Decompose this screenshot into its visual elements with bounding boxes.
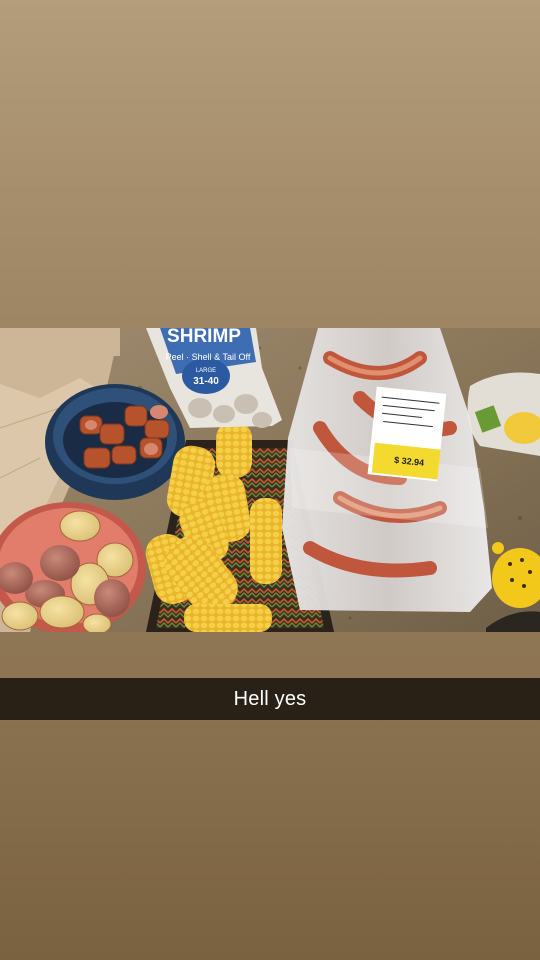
caption-bar: Hell yes — [0, 678, 540, 720]
caption-text: Hell yes — [233, 687, 307, 710]
shrimp-count-label: 31-40 — [193, 376, 219, 387]
shrimp-brand-label: SHRIMP — [167, 328, 241, 347]
price-tag: $ 32.94 — [367, 386, 447, 482]
sausage-bowl — [45, 384, 185, 500]
food-photo: SHRIMP Peel · Shell & Tail Off LARGE 31-… — [0, 328, 540, 632]
shrimp-tagline-label: Peel · Shell & Tail Off — [166, 352, 251, 362]
shrimp-size-label: LARGE — [196, 368, 216, 374]
lemon-bag — [467, 372, 540, 456]
